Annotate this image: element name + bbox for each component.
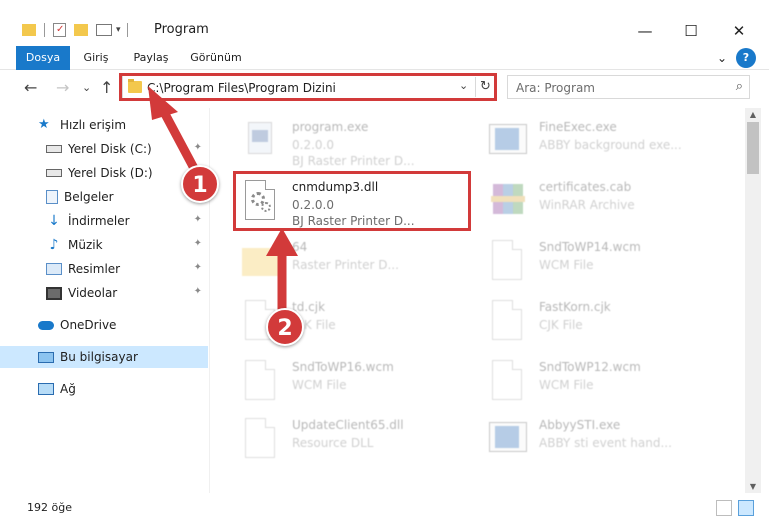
annotation-arrows <box>148 86 298 315</box>
step-badge-1: 1 <box>181 165 219 203</box>
step-badge-2: 2 <box>266 308 304 346</box>
arrow-to-dll-file <box>266 228 298 315</box>
arrow-to-address-bar <box>148 86 201 177</box>
